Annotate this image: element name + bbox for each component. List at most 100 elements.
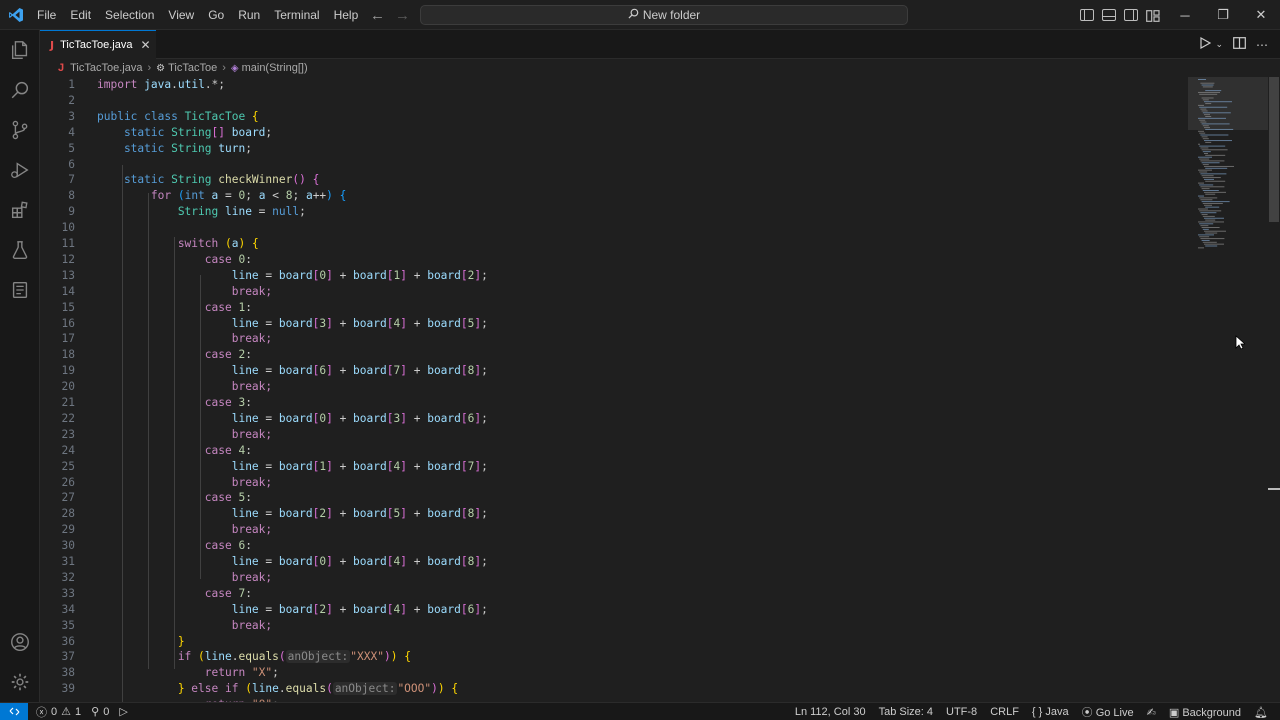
close-tab-icon[interactable]: ✕ [140, 38, 150, 52]
menu-edit[interactable]: Edit [63, 0, 98, 30]
notifications-bell-icon[interactable]: 🔔︎ [1254, 706, 1268, 719]
code-line[interactable]: 13 line = board[0] + board[1] + board[2]… [40, 268, 1180, 284]
warnings-count[interactable]: 1 [75, 706, 81, 718]
language-mode[interactable]: { } Java [1032, 706, 1069, 718]
code-token: + [332, 459, 354, 473]
cursor-position[interactable]: Ln 112, Col 30 [795, 706, 866, 718]
remote-indicator-icon[interactable] [0, 702, 28, 720]
code-line[interactable]: 31 line = board[0] + board[4] + board[8]… [40, 554, 1180, 570]
debug-icon[interactable]: ▷ [119, 705, 127, 718]
back-arrow-icon[interactable]: ← [370, 7, 385, 24]
java-file-icon: J [58, 62, 65, 74]
code-line[interactable]: 2 [40, 93, 1180, 109]
code-line[interactable]: 15 case 1: [40, 300, 1180, 316]
code-line[interactable]: 30 case 6: [40, 538, 1180, 554]
testing-flask-icon[interactable] [0, 230, 40, 270]
errors-icon[interactable]: ⓧ [36, 704, 47, 720]
accounts-icon[interactable] [0, 622, 40, 662]
breadcrumb-file[interactable]: TicTacToe.java [70, 62, 142, 74]
code-line[interactable]: 39 } else if (line.equals(anObject: "OOO"… [40, 681, 1180, 697]
code-line[interactable]: 37 if (line.equals(anObject: "XXX")) { [40, 649, 1180, 665]
split-editor-icon[interactable] [1233, 37, 1246, 52]
code-line[interactable]: 10 [40, 220, 1180, 236]
end-of-line[interactable]: CRLF [990, 706, 1019, 718]
code-line[interactable]: 29 break; [40, 522, 1180, 538]
code-line[interactable]: 38 return "X"; [40, 665, 1180, 681]
code-line[interactable]: 20 break; [40, 379, 1180, 395]
code-line[interactable]: 26 break; [40, 475, 1180, 491]
indentation[interactable]: Tab Size: 4 [879, 706, 933, 718]
close-window-icon[interactable]: ✕ [1242, 0, 1280, 30]
ports-icon[interactable]: ⚲ [91, 705, 99, 718]
vertical-scrollbar[interactable] [1268, 77, 1280, 702]
run-java-icon[interactable] [1199, 36, 1212, 52]
search-view-icon[interactable] [0, 70, 40, 110]
encoding[interactable]: UTF-8 [946, 706, 977, 718]
breadcrumb-class[interactable]: TicTacToe [168, 62, 217, 74]
menu-help[interactable]: Help [327, 0, 366, 30]
code-line[interactable]: 36 } [40, 634, 1180, 650]
remote-explorer-icon[interactable] [0, 270, 40, 310]
manage-gear-icon[interactable] [0, 662, 40, 702]
code-line[interactable]: 11 switch (a) { [40, 236, 1180, 252]
go-live-button[interactable]: ⦿ Go Live [1082, 704, 1134, 720]
code-line[interactable]: 4 static String[] board; [40, 125, 1180, 141]
code-line[interactable]: 6 [40, 157, 1180, 173]
extensions-icon[interactable] [0, 190, 40, 230]
code-line[interactable]: 25 line = board[1] + board[4] + board[7]… [40, 459, 1180, 475]
feedback-icon[interactable]: ✍ [1147, 706, 1156, 719]
code-line[interactable]: 8 for (int a = 0; a < 8; a++) { [40, 188, 1180, 204]
tab-tictactoe-java[interactable]: J TicTacToe.java ✕ [40, 30, 156, 59]
menu-terminal[interactable]: Terminal [267, 0, 326, 30]
code-line[interactable]: 19 line = board[6] + board[7] + board[8]… [40, 363, 1180, 379]
menu-go[interactable]: Go [201, 0, 231, 30]
command-center-search[interactable]: New folder [420, 5, 908, 25]
menu-view[interactable]: View [161, 0, 201, 30]
customize-layout-icon[interactable] [1146, 9, 1160, 22]
menu-run[interactable]: Run [231, 0, 267, 30]
code-line[interactable]: 14 break; [40, 284, 1180, 300]
code-line[interactable]: 27 case 5: [40, 490, 1180, 506]
code-line[interactable]: 32 break; [40, 570, 1180, 586]
code-line[interactable]: 33 case 7: [40, 586, 1180, 602]
code-line[interactable]: 22 line = board[0] + board[3] + board[6]… [40, 411, 1180, 427]
explorer-icon[interactable] [0, 30, 40, 70]
code-line[interactable]: 18 case 2: [40, 347, 1180, 363]
code-line[interactable]: 12 case 0: [40, 252, 1180, 268]
code-line[interactable]: 17 break; [40, 331, 1180, 347]
code-line[interactable]: 3 public class TicTacToe { [40, 109, 1180, 125]
code-line[interactable]: 16 line = board[3] + board[4] + board[5]… [40, 316, 1180, 332]
code-line[interactable]: 9 String line = null; [40, 204, 1180, 220]
code-line[interactable]: 35 break; [40, 618, 1180, 634]
code-line[interactable]: 21 case 3: [40, 395, 1180, 411]
ports-count[interactable]: 0 [103, 706, 109, 718]
code-line[interactable]: 23 break; [40, 427, 1180, 443]
menu-selection[interactable]: Selection [98, 0, 161, 30]
breadcrumb-method[interactable]: main(String[]) [242, 62, 308, 74]
code-token: ] [326, 602, 333, 616]
minimize-icon[interactable]: ─ [1166, 0, 1204, 30]
run-and-debug-icon[interactable] [0, 150, 40, 190]
code-line[interactable]: 1 import java.util.*; [40, 77, 1180, 93]
scrollbar-thumb[interactable] [1269, 77, 1279, 222]
line-number: 1 [68, 78, 75, 91]
code-editor[interactable]: 1 import java.util.*; 2 3 public class TicTa… [40, 77, 1190, 702]
code-line[interactable]: 28 line = board[2] + board[5] + board[8]… [40, 506, 1180, 522]
toggle-secondary-sidebar-icon[interactable] [1124, 9, 1138, 21]
menu-file[interactable]: File [30, 0, 63, 30]
errors-count[interactable]: 0 [51, 706, 57, 718]
restore-icon[interactable]: ❐ [1204, 0, 1242, 30]
forward-arrow-icon[interactable]: → [395, 7, 410, 24]
code-line[interactable]: 24 case 4: [40, 443, 1180, 459]
code-line[interactable]: 34 line = board[2] + board[4] + board[6]… [40, 602, 1180, 618]
run-dropdown-chevron-icon[interactable]: ⌄ [1215, 39, 1223, 50]
more-actions-icon[interactable]: ⋯ [1256, 38, 1268, 52]
minimap[interactable] [1188, 77, 1268, 277]
warnings-icon[interactable]: ⚠ [61, 705, 71, 718]
background-button[interactable]: ▣ Background [1169, 706, 1241, 719]
code-line[interactable]: 5 static String turn; [40, 141, 1180, 157]
code-line[interactable]: 7 static String checkWinner() { [40, 172, 1180, 188]
source-control-icon[interactable] [0, 110, 40, 150]
toggle-panel-icon[interactable] [1102, 9, 1116, 21]
toggle-primary-sidebar-icon[interactable] [1080, 9, 1094, 21]
